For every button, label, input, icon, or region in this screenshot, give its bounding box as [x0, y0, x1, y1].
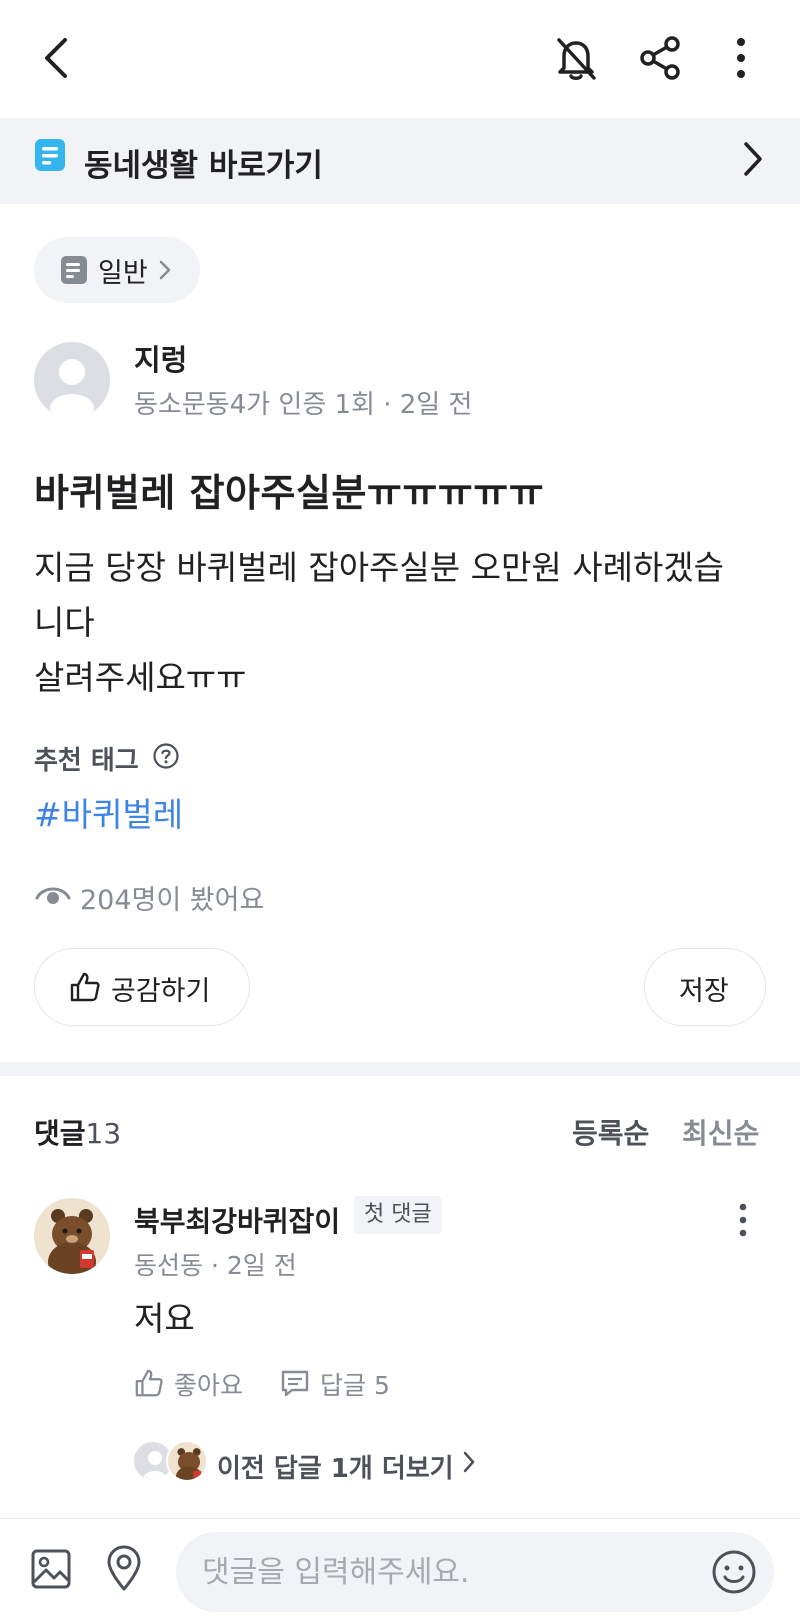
author-name[interactable]: 지렁: [134, 337, 187, 379]
commenter-name[interactable]: 북부최강바퀴잡이: [134, 1200, 340, 1240]
author-meta: 동소문동4가 인증 1회 · 2일 전: [134, 390, 473, 420]
recommended-tags-label: 추천 태그: [34, 746, 139, 776]
notification-off-button[interactable]: [548, 30, 604, 86]
eye-icon: [35, 887, 71, 904]
comments-count: 13: [85, 1117, 122, 1150]
comment-like-button[interactable]: 좋아요: [134, 1366, 252, 1402]
post-body-line: 니다: [34, 603, 95, 642]
tag-link[interactable]: #바퀴벌레: [34, 788, 183, 836]
neighborhood-shortcut-banner[interactable]: 동네생활 바로가기: [0, 118, 800, 204]
smiley-icon[interactable]: [710, 1548, 758, 1596]
comment-meta: 동선동 · 2일 전: [134, 1251, 297, 1280]
comments-header: 댓글13: [34, 1112, 121, 1152]
comment-like-label: 좋아요: [174, 1371, 244, 1400]
question-circle-icon[interactable]: [152, 742, 180, 770]
first-comment-badge: 첫 댓글: [354, 1196, 442, 1234]
chevron-right-icon: [463, 1451, 475, 1473]
comment-reply-button[interactable]: 답글 5: [280, 1366, 410, 1402]
like-button[interactable]: 공감하기: [34, 948, 250, 1026]
share-button[interactable]: [632, 30, 688, 86]
comment-input-container: [176, 1532, 774, 1612]
post-body-line: 지금 당장 바퀴벌레 잡아주실분 오만원 사례하겠습: [34, 548, 725, 587]
top-bar: [0, 0, 800, 118]
more-replies-label[interactable]: 이전 답글 1개 더보기: [217, 1448, 454, 1485]
board-icon: [35, 139, 65, 171]
more-options-button[interactable]: [716, 30, 766, 86]
back-button[interactable]: [28, 28, 84, 88]
bell-off-icon: [557, 38, 596, 80]
chevron-right-icon: [744, 142, 762, 176]
thumbs-up-icon: [135, 1369, 163, 1397]
save-button[interactable]: 저장: [644, 948, 766, 1026]
save-label: 저장: [679, 976, 729, 1007]
board-icon: [61, 256, 87, 284]
back-arrow-icon: [45, 38, 67, 78]
chevron-right-icon: [159, 260, 171, 280]
like-label: 공감하기: [111, 976, 211, 1007]
more-vertical-icon[interactable]: [738, 1202, 748, 1238]
commenter-profile-image: [168, 1442, 206, 1480]
post-body-line: 살려주세요ㅠㅠ: [34, 658, 247, 697]
post-body: 지금 당장 바퀴벌레 잡아주실분 오만원 사례하겠습 니다 살려주세요ㅠㅠ: [34, 540, 774, 705]
post-title: 바퀴벌레 잡아주실분ㅠㅠㅠㅠㅠ: [34, 471, 545, 515]
share-icon: [640, 36, 680, 80]
section-divider: [0, 1062, 800, 1076]
thumbs-up-icon: [70, 972, 100, 1002]
location-icon[interactable]: [104, 1544, 144, 1592]
shortcut-label: 동네생활 바로가기: [84, 148, 323, 184]
comment-input[interactable]: [202, 1532, 682, 1612]
default-profile-icon: [50, 359, 94, 418]
commenter-avatar[interactable]: [34, 1198, 110, 1274]
sort-registered[interactable]: 등록순: [572, 1112, 649, 1152]
reply-icon: [281, 1370, 309, 1397]
author-avatar[interactable]: [34, 342, 110, 418]
comment-text: 저요: [134, 1299, 195, 1338]
category-chip[interactable]: 일반: [34, 237, 200, 303]
view-count: 204명이 봤어요: [80, 885, 265, 916]
comments-label: 댓글: [34, 1117, 86, 1150]
category-label: 일반: [98, 258, 148, 289]
more-vertical-icon: [737, 38, 745, 78]
comment-reply-label: 답글 5: [320, 1371, 390, 1400]
sort-latest[interactable]: 최신순: [682, 1112, 759, 1152]
commenter-profile-image: [34, 1198, 110, 1274]
image-icon[interactable]: [30, 1548, 72, 1590]
reply-avatar: [166, 1440, 208, 1482]
